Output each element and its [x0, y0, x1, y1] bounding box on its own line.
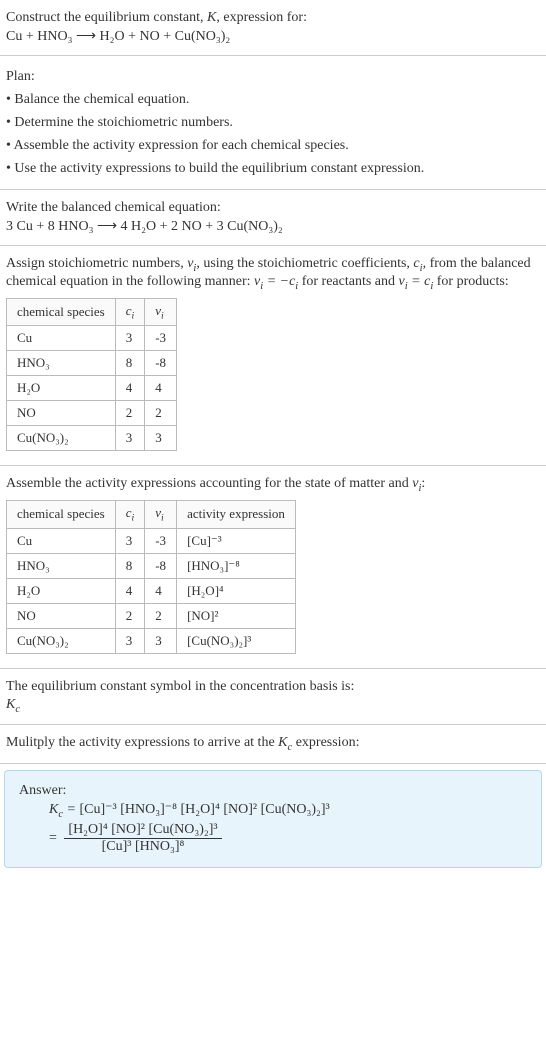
answer-label: Answer:	[19, 783, 527, 799]
stoich-heading: Assign stoichiometric numbers, νi, using…	[6, 256, 540, 292]
symbol-line1: The equilibrium constant symbol in the c…	[6, 679, 540, 695]
cell-species: H₂O	[7, 376, 116, 401]
cell-species: HNO₃	[7, 553, 116, 578]
answer-eq: =	[49, 831, 60, 846]
cell-expr: [H₂O]⁴	[177, 578, 296, 603]
activity-section: Assemble the activity expressions accoun…	[0, 466, 546, 668]
nu-i: νi	[187, 256, 196, 271]
intro-line1: Construct the equilibrium constant, K, e…	[6, 10, 540, 26]
cell-c: 3	[115, 628, 145, 653]
table-header-row: chemical species ci νi	[7, 298, 177, 326]
cell-expr: [Cu(NO₃)₂]³	[177, 628, 296, 653]
table-row: H₂O44[H₂O]⁴	[7, 578, 296, 603]
stoich-table: chemical species ci νi Cu3-3 HNO₃8-8 H₂O…	[6, 298, 177, 452]
activity-table: chemical species ci νi activity expressi…	[6, 500, 296, 654]
cell-v: 4	[145, 376, 177, 401]
cell-v: 2	[145, 401, 177, 426]
table-header-row: chemical species ci νi activity expressi…	[7, 500, 296, 528]
cell-c: 4	[115, 376, 145, 401]
plan-item-1-text: Balance the chemical equation.	[14, 92, 189, 107]
activity-heading: Assemble the activity expressions accoun…	[6, 476, 540, 494]
plan-item-2-text: Determine the stoichiometric numbers.	[14, 115, 233, 130]
table-row: HNO₃8-8[HNO₃]⁻⁸	[7, 553, 296, 578]
cell-expr: [Cu]⁻³	[177, 528, 296, 553]
answer-box: Answer: Kc = [Cu]⁻³ [HNO₃]⁻⁸ [H₂O]⁴ [NO]…	[4, 770, 542, 868]
cell-c: 3	[115, 426, 145, 451]
th-activity: activity expression	[177, 500, 296, 528]
cell-c: 3	[115, 528, 145, 553]
answer-frac-line: = [H₂O]⁴ [NO]² [Cu(NO₃)₂]³ [Cu]³ [HNO₃]⁸	[49, 822, 527, 855]
plan-item-3: • Assemble the activity expression for e…	[6, 135, 540, 156]
cell-species: HNO₃	[7, 351, 116, 376]
symbol-section: The equilibrium constant symbol in the c…	[0, 669, 546, 726]
intro-k: K	[207, 10, 216, 25]
cell-c: 3	[115, 326, 145, 351]
cell-species: Cu(NO₃)₂	[7, 426, 116, 451]
kc-eq: Kc =	[49, 802, 79, 817]
nu-i-2: νi	[412, 476, 421, 491]
plan-section: Plan: • Balance the chemical equation. •…	[0, 56, 546, 190]
multiply-section: Mulitply the activity expressions to arr…	[0, 725, 546, 764]
plan-heading: Plan:	[6, 66, 540, 87]
table-row: Cu3-3[Cu]⁻³	[7, 528, 296, 553]
nu-eq-prod: νi = ci	[399, 274, 434, 289]
answer-flat: Kc = [Cu]⁻³ [HNO₃]⁻⁸ [H₂O]⁴ [NO]² [Cu(NO…	[49, 801, 527, 820]
c-i: ci	[413, 256, 422, 271]
cell-c: 8	[115, 553, 145, 578]
th-ci: ci	[115, 500, 145, 528]
plan-item-3-text: Assemble the activity expression for eac…	[14, 138, 349, 153]
plan-item-1: • Balance the chemical equation.	[6, 89, 540, 110]
cell-species: Cu	[7, 326, 116, 351]
cell-v: 2	[145, 603, 177, 628]
cell-c: 2	[115, 401, 145, 426]
cell-v: -8	[145, 553, 177, 578]
table-row: Cu(NO₃)₂33	[7, 426, 177, 451]
table-row: NO22	[7, 401, 177, 426]
answer-den: [Cu]³ [HNO₃]⁸	[64, 839, 221, 855]
cell-v: 3	[145, 426, 177, 451]
intro-section: Construct the equilibrium constant, K, e…	[0, 0, 546, 56]
multiply-heading: Mulitply the activity expressions to arr…	[6, 735, 540, 753]
cell-species: Cu(NO₃)₂	[7, 628, 116, 653]
cell-v: 4	[145, 578, 177, 603]
th-vi: νi	[145, 298, 177, 326]
cell-species: NO	[7, 401, 116, 426]
table-row: HNO₃8-8	[7, 351, 177, 376]
cell-v: -8	[145, 351, 177, 376]
cell-species: H₂O	[7, 578, 116, 603]
symbol-kc: Kc	[6, 697, 540, 715]
plan-item-4-text: Use the activity expressions to build th…	[14, 161, 424, 176]
cell-species: Cu	[7, 528, 116, 553]
cell-c: 2	[115, 603, 145, 628]
cell-c: 8	[115, 351, 145, 376]
answer-flat-expr: [Cu]⁻³ [HNO₃]⁻⁸ [H₂O]⁴ [NO]² [Cu(NO₃)₂]³	[79, 802, 329, 817]
answer-fraction: [H₂O]⁴ [NO]² [Cu(NO₃)₂]³ [Cu]³ [HNO₃]⁸	[64, 822, 221, 855]
intro-equation: Cu + HNO₃ ⟶ H₂O + NO + Cu(NO₃)₂	[6, 28, 540, 45]
cell-v: -3	[145, 326, 177, 351]
th-species: chemical species	[7, 298, 116, 326]
th-ci: ci	[115, 298, 145, 326]
cell-expr: [HNO₃]⁻⁸	[177, 553, 296, 578]
table-row: Cu3-3	[7, 326, 177, 351]
balanced-section: Write the balanced chemical equation: 3 …	[0, 190, 546, 246]
plan-item-4: • Use the activity expressions to build …	[6, 158, 540, 179]
cell-v: -3	[145, 528, 177, 553]
plan-item-2: • Determine the stoichiometric numbers.	[6, 112, 540, 133]
balanced-equation: 3 Cu + 8 HNO₃ ⟶ 4 H₂O + 2 NO + 3 Cu(NO₃)…	[6, 218, 540, 235]
balanced-heading: Write the balanced chemical equation:	[6, 200, 540, 216]
stoich-section: Assign stoichiometric numbers, νi, using…	[0, 246, 546, 466]
cell-species: NO	[7, 603, 116, 628]
nu-eq-react: νi = −ci	[254, 274, 298, 289]
answer-body: Kc = [Cu]⁻³ [HNO₃]⁻⁸ [H₂O]⁴ [NO]² [Cu(NO…	[19, 801, 527, 855]
cell-expr: [NO]²	[177, 603, 296, 628]
kc-inline: Kc	[278, 735, 292, 750]
cell-v: 3	[145, 628, 177, 653]
table-row: H₂O44	[7, 376, 177, 401]
th-vi: νi	[145, 500, 177, 528]
table-row: NO22[NO]²	[7, 603, 296, 628]
cell-c: 4	[115, 578, 145, 603]
th-species: chemical species	[7, 500, 116, 528]
answer-num: [H₂O]⁴ [NO]² [Cu(NO₃)₂]³	[64, 822, 221, 839]
table-row: Cu(NO₃)₂33[Cu(NO₃)₂]³	[7, 628, 296, 653]
